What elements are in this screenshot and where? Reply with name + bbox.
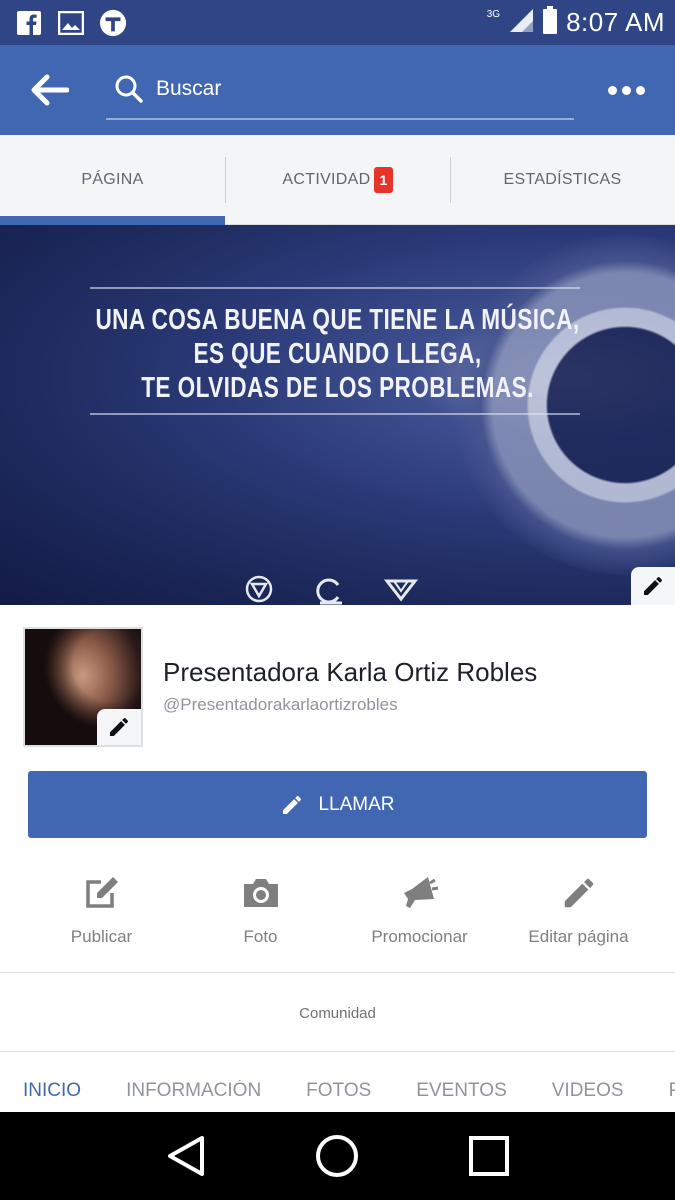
pencil-icon (283, 795, 302, 814)
cover-quote: UNA COSA BUENA QUE TIENE LA MÚSICA, ES Q… (74, 303, 601, 405)
triangle-back-icon (167, 1136, 204, 1176)
action-label: Promocionar (371, 927, 468, 946)
more-options-icon[interactable] (608, 85, 645, 95)
cover-logos (244, 575, 418, 605)
app-bar (0, 45, 675, 135)
subnav-inicio[interactable]: INICIO (23, 1080, 81, 1114)
call-button-label: LLAMAR (318, 793, 395, 815)
tab-label: ACTIVIDAD (282, 170, 371, 188)
photo-button[interactable]: Foto (181, 865, 340, 970)
promote-button[interactable]: Promocionar (340, 865, 499, 970)
community-label: Comunidad (299, 1004, 376, 1022)
megaphone-icon (403, 877, 438, 908)
subnav-fotos[interactable]: FOTOS (306, 1080, 371, 1114)
square-recents-icon (469, 1136, 510, 1176)
cover-quote-line: TE OLVIDAS DE LOS PROBLEMAS. (141, 372, 534, 404)
clock: 8:07 AM (566, 7, 665, 37)
page-title: Presentadora Karla Ortiz Robles (163, 657, 538, 687)
tab-actividad[interactable]: ACTIVIDAD 1 (225, 135, 450, 224)
cover-quote-line: UNA COSA BUENA QUE TIENE LA MÚSICA, (95, 304, 580, 336)
profile-section: Presentadora Karla Ortiz Robles @Present… (0, 605, 675, 770)
notification-badge: 1 (374, 166, 393, 193)
tab-pagina[interactable]: PÁGINA (0, 135, 225, 225)
edit-avatar-button[interactable] (97, 709, 141, 745)
network-type: 3G (486, 9, 501, 20)
subnav-videos[interactable]: VIDEOS (552, 1080, 624, 1114)
back-button[interactable] (0, 45, 100, 135)
status-bar: 3G 8:07 AM (0, 0, 675, 45)
page-tabs: PÁGINA ACTIVIDAD 1 ESTADÍSTICAS (0, 135, 675, 225)
camera-icon (243, 879, 278, 907)
facebook-icon (15, 9, 43, 37)
pencil-icon (564, 878, 593, 908)
search-icon (115, 75, 143, 103)
swirl-logo-icon (316, 578, 342, 605)
system-nav-bar (0, 1112, 675, 1200)
diamond-logo-icon (384, 579, 418, 602)
subnav-informacion[interactable]: INFORMACIÓN (126, 1080, 261, 1114)
page-actions: Publicar Foto Promocionar Editar página (0, 865, 675, 970)
compose-icon (85, 877, 118, 908)
tab-estadisticas[interactable]: ESTADÍSTICAS (450, 135, 675, 224)
action-label: Editar página (528, 927, 629, 946)
subnav-eventos[interactable]: EVENTOS (416, 1080, 506, 1114)
edit-cover-button[interactable] (631, 567, 675, 605)
cover-divider (90, 413, 580, 415)
cover-divider (90, 287, 580, 289)
community-section[interactable]: Comunidad (0, 974, 675, 1052)
search-bar[interactable] (106, 60, 574, 120)
edit-page-button[interactable]: Editar página (499, 865, 658, 970)
app-t-icon (99, 9, 127, 37)
pencil-icon (644, 577, 662, 595)
divider (0, 972, 675, 973)
call-button[interactable]: LLAMAR (28, 771, 647, 838)
tab-label: PÁGINA (81, 170, 144, 188)
battery-icon (542, 6, 558, 39)
page-username: @Presentadorakarlaortizrobles (163, 695, 398, 714)
nav-recents-button[interactable] (459, 1126, 519, 1186)
cover-speaker-graphic (455, 235, 675, 575)
page-subnav: INICIO INFORMACIÓN FOTOS EVENTOS VIDEOS … (0, 1080, 675, 1114)
cover-photo[interactable]: UNA COSA BUENA QUE TIENE LA MÚSICA, ES Q… (0, 225, 675, 605)
back-arrow-icon (31, 74, 69, 106)
avatar[interactable] (23, 627, 143, 747)
gallery-icon (57, 9, 85, 37)
tab-label: ESTADÍSTICAS (503, 170, 622, 188)
subnav-more[interactable]: P (669, 1080, 675, 1114)
nav-back-button[interactable] (156, 1126, 216, 1186)
action-label: Foto (243, 927, 278, 946)
signal-icon (508, 7, 534, 38)
cover-quote-line: ES QUE CUANDO LLEGA, (193, 338, 482, 370)
pencil-icon (110, 718, 128, 736)
action-label: Publicar (70, 927, 133, 946)
search-input[interactable] (156, 77, 536, 101)
triangle-logo-icon (245, 575, 273, 603)
publish-button[interactable]: Publicar (22, 865, 181, 970)
divider (0, 1051, 675, 1052)
circle-home-icon (316, 1135, 359, 1177)
nav-home-button[interactable] (307, 1126, 367, 1186)
